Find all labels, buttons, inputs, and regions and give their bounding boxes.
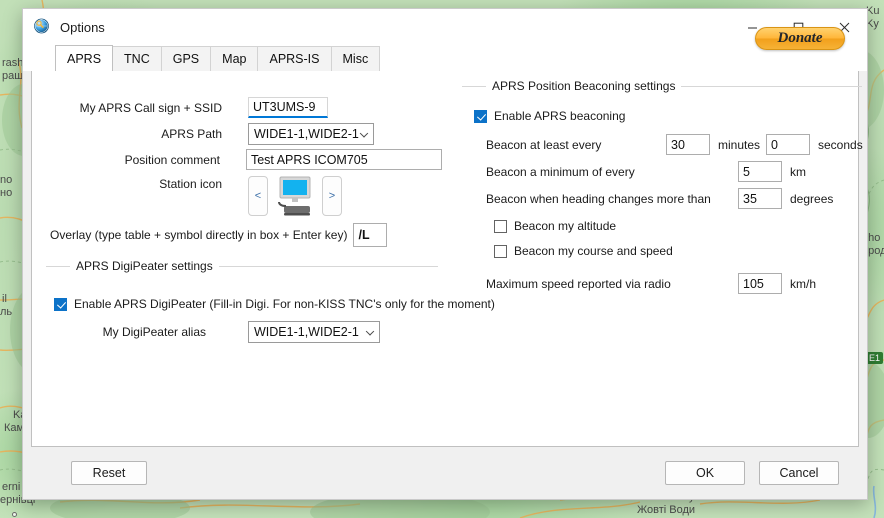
tab-misc[interactable]: Misc — [330, 46, 381, 71]
beacon-interval-row: Beacon at least every 30 minutes 0 secon… — [486, 134, 866, 155]
callsign-label: My APRS Call sign + SSID — [79, 100, 222, 115]
ok-button[interactable]: OK — [665, 461, 745, 485]
tab-aprs[interactable]: APRS — [55, 45, 114, 71]
digipeater-alias-label: My DigiPeater alias — [102, 325, 206, 339]
enable-beaconing-label: Enable APRS beaconing — [494, 109, 626, 123]
cancel-button[interactable]: Cancel — [759, 461, 839, 485]
beacon-heading-input[interactable]: 35 — [738, 188, 782, 209]
tab-map[interactable]: Map — [210, 46, 259, 71]
position-comment-label: Position comment — [124, 152, 220, 167]
station-icon-next-button[interactable]: > — [322, 176, 342, 216]
enable-beaconing-checkbox[interactable] — [474, 109, 487, 123]
aprs-path-label: APRS Path — [161, 127, 222, 141]
digipeater-group: APRS DigiPeater settings Enable APRS Dig… — [46, 259, 495, 376]
position-comment-row: Position comment Test APRS ICOM705 — [32, 149, 442, 170]
title-bar: Options — [23, 9, 867, 45]
beacon-interval-label: Beacon at least every — [486, 137, 602, 152]
callsign-row: My APRS Call sign + SSID UT3UMS-9 — [32, 97, 432, 118]
beacon-course-speed-label: Beacon my course and speed — [514, 244, 673, 258]
beacon-altitude-label: Beacon my altitude — [514, 219, 617, 233]
beacon-distance-label: Beacon a minimum of every — [486, 164, 635, 179]
station-icon-prev-button[interactable]: < — [248, 176, 268, 216]
beacon-course-speed-checkbox[interactable] — [494, 244, 507, 258]
map-road-badge: E1 — [866, 352, 884, 364]
overlay-row: Overlay (type table + symbol directly in… — [32, 223, 432, 247]
aprs-station-column: My APRS Call sign + SSID UT3UMS-9 APRS P… — [32, 71, 495, 446]
beaconing-column: APRS Position Beaconing settings Enable … — [452, 71, 863, 446]
beaconing-group-title: APRS Position Beaconing settings — [486, 79, 682, 93]
beacon-seconds-unit: seconds — [818, 137, 863, 152]
max-speed-unit: km/h — [790, 276, 817, 291]
max-speed-row: Maximum speed reported via radio 105 km/… — [486, 273, 876, 294]
aprs-path-value: WIDE1-1,WIDE2-1 — [254, 127, 359, 141]
digipeater-alias-value: WIDE1-1,WIDE2-1 — [254, 325, 359, 339]
enable-digipeater-label: Enable APRS DigiPeater (Fill-in Digi. Fo… — [74, 297, 495, 311]
beacon-minutes-unit: minutes — [718, 137, 761, 152]
aprs-path-row: APRS Path WIDE1-1,WIDE2-1 — [32, 123, 432, 145]
digipeater-alias-select[interactable]: WIDE1-1,WIDE2-1 — [248, 321, 380, 343]
tab-aprs-is[interactable]: APRS-IS — [257, 46, 332, 71]
enable-digipeater-row[interactable]: Enable APRS DigiPeater (Fill-in Digi. Fo… — [54, 297, 495, 311]
station-icon-label: Station icon — [159, 177, 222, 191]
enable-beaconing-row[interactable]: Enable APRS beaconing — [474, 109, 625, 123]
max-speed-input[interactable]: 105 — [738, 273, 782, 294]
chevron-down-icon — [359, 129, 369, 138]
tab-gps[interactable]: GPS — [160, 46, 212, 71]
donate-button[interactable]: Donate — [755, 27, 845, 50]
reset-button[interactable]: Reset — [71, 461, 147, 485]
tab-tnc[interactable]: TNC — [112, 46, 162, 71]
tab-label: APRS — [67, 51, 102, 66]
digipeater-alias-row: My DigiPeater alias WIDE1-1,WIDE2-1 — [46, 321, 426, 343]
options-dialog: Options APRS TNC GPS Map APRS-IS Misc Do… — [22, 8, 868, 500]
window-title: Options — [60, 19, 105, 35]
tab-label: Map — [222, 52, 247, 66]
beacon-course-speed-row[interactable]: Beacon my course and speed — [494, 244, 673, 258]
position-comment-input[interactable]: Test APRS ICOM705 — [245, 149, 442, 170]
aprs-path-select[interactable]: WIDE1-1,WIDE2-1 — [248, 123, 374, 145]
digipeater-group-title: APRS DigiPeater settings — [70, 259, 219, 273]
beacon-heading-row: Beacon when heading changes more than 35… — [486, 188, 876, 209]
beacon-minutes-input[interactable]: 30 — [666, 134, 710, 155]
app-globe-icon — [33, 18, 51, 36]
enable-digipeater-checkbox[interactable] — [54, 297, 67, 311]
beacon-heading-label: Beacon when heading changes more than — [486, 191, 711, 206]
tab-label: GPS — [172, 52, 200, 66]
map-place-dot — [12, 512, 17, 517]
beacon-distance-row: Beacon a minimum of every 5 km — [486, 161, 866, 182]
max-speed-label: Maximum speed reported via radio — [486, 276, 671, 291]
tab-strip: APRS TNC GPS Map APRS-IS Misc Donate — [23, 27, 867, 71]
tab-label: TNC — [124, 52, 150, 66]
beaconing-group: APRS Position Beaconing settings Enable … — [462, 79, 863, 316]
options-panel: My APRS Call sign + SSID UT3UMS-9 APRS P… — [31, 71, 863, 447]
beacon-seconds-input[interactable]: 0 — [766, 134, 810, 155]
beacon-altitude-row[interactable]: Beacon my altitude — [494, 219, 616, 233]
callsign-input[interactable]: UT3UMS-9 — [248, 97, 328, 118]
beacon-distance-input[interactable]: 5 — [738, 161, 782, 182]
tab-label: Misc — [342, 52, 369, 66]
beacon-heading-unit: degrees — [790, 191, 834, 206]
station-icon-picker: < > — [248, 175, 342, 217]
overlay-input[interactable]: /L — [353, 223, 388, 247]
dialog-footer: Reset OK Cancel — [23, 447, 867, 499]
overlay-label: Overlay (type table + symbol directly in… — [50, 228, 348, 242]
tab-label: APRS-IS — [269, 52, 320, 66]
station-icon-row: Station icon < > — [32, 175, 432, 217]
beacon-distance-unit: km — [790, 164, 806, 179]
chevron-down-icon — [365, 327, 375, 336]
computer-monitor-icon[interactable] — [273, 175, 317, 217]
beacon-altitude-checkbox[interactable] — [494, 219, 507, 233]
